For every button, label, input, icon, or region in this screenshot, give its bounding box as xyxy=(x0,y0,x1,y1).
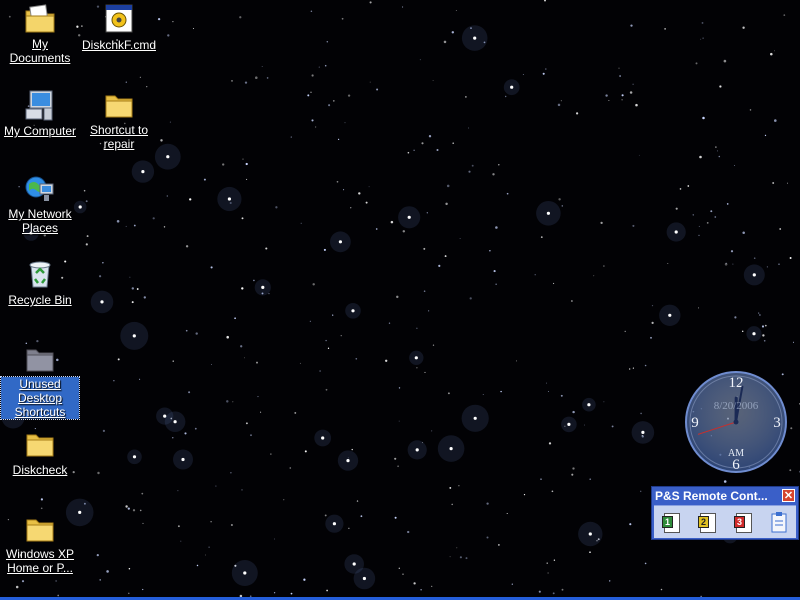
remote-button-1[interactable]: 1 xyxy=(658,509,684,535)
remote-button-number: 2 xyxy=(698,516,709,528)
clock-numeral-3: 3 xyxy=(773,415,781,431)
analog-clock-gadget[interactable]: 12 3 6 9 8/20/2006 AM xyxy=(684,370,788,474)
remote-control-toolbar: 1 2 3 xyxy=(654,505,796,538)
folder-icon xyxy=(26,349,54,372)
desktop-icon-recycle-bin[interactable]: Recycle Bin xyxy=(0,257,80,309)
desktop-icon-label: Diskcheck xyxy=(12,463,68,477)
desktop-icon-shortcut-to-repair[interactable]: Shortcut to repair xyxy=(79,88,159,153)
desktop[interactable]: My Documents DiskchkF.cmd My Computer Sh… xyxy=(0,0,800,600)
clock-numeral-9: 9 xyxy=(691,415,699,431)
remote-control-title: P&S Remote Cont... xyxy=(655,489,768,503)
remote-button-number: 1 xyxy=(662,516,673,528)
desktop-icon-label: Recycle Bin xyxy=(8,293,72,307)
network-places-icon xyxy=(25,176,54,201)
desktop-icon-windows-xp-home[interactable]: Windows XP Home or P... xyxy=(0,512,80,577)
desktop-icon-diskchkf-cmd[interactable]: DiskchkF.cmd xyxy=(79,2,159,54)
desktop-icon-unused-desktop-shortcuts[interactable]: Unused Desktop Shortcuts xyxy=(0,342,80,421)
remote-button-number: 3 xyxy=(734,516,745,528)
folder-icon xyxy=(26,519,54,542)
recycle-bin-icon xyxy=(29,261,51,288)
close-icon[interactable]: ✕ xyxy=(782,489,795,502)
clock-numeral-6: 6 xyxy=(732,457,740,473)
remote-button-clipboard[interactable] xyxy=(766,509,792,535)
desktop-icon-diskcheck[interactable]: Diskcheck xyxy=(0,427,80,479)
clipboard-icon xyxy=(771,512,787,533)
desktop-icon-my-documents[interactable]: My Documents xyxy=(0,2,80,67)
desktop-icon-my-computer[interactable]: My Computer xyxy=(0,88,80,140)
remote-button-2[interactable]: 2 xyxy=(694,509,720,535)
desktop-icon-label: My Documents xyxy=(9,37,71,65)
folder-icon xyxy=(105,95,133,118)
desktop-icon-label: DiskchkF.cmd xyxy=(81,38,156,52)
desktop-icon-label: My Computer xyxy=(3,124,77,138)
desktop-icon-my-network-places[interactable]: My Network Places xyxy=(0,172,80,237)
desktop-icon-label: My Network Places xyxy=(8,207,72,235)
cmd-script-icon xyxy=(105,4,133,33)
desktop-icon-label: Shortcut to repair xyxy=(89,123,149,151)
my-documents-icon xyxy=(25,4,55,33)
clock-date: 8/20/2006 xyxy=(713,400,759,412)
desktop-icon-label: Unused Desktop Shortcuts xyxy=(0,376,80,420)
folder-icon xyxy=(26,434,54,457)
my-computer-icon xyxy=(25,90,53,121)
remote-control-panel[interactable]: P&S Remote Cont... ✕ 1 2 3 xyxy=(651,486,799,540)
clock-ampm: AM xyxy=(727,448,745,459)
desktop-icon-label: Windows XP Home or P... xyxy=(5,547,75,575)
remote-button-3[interactable]: 3 xyxy=(730,509,756,535)
